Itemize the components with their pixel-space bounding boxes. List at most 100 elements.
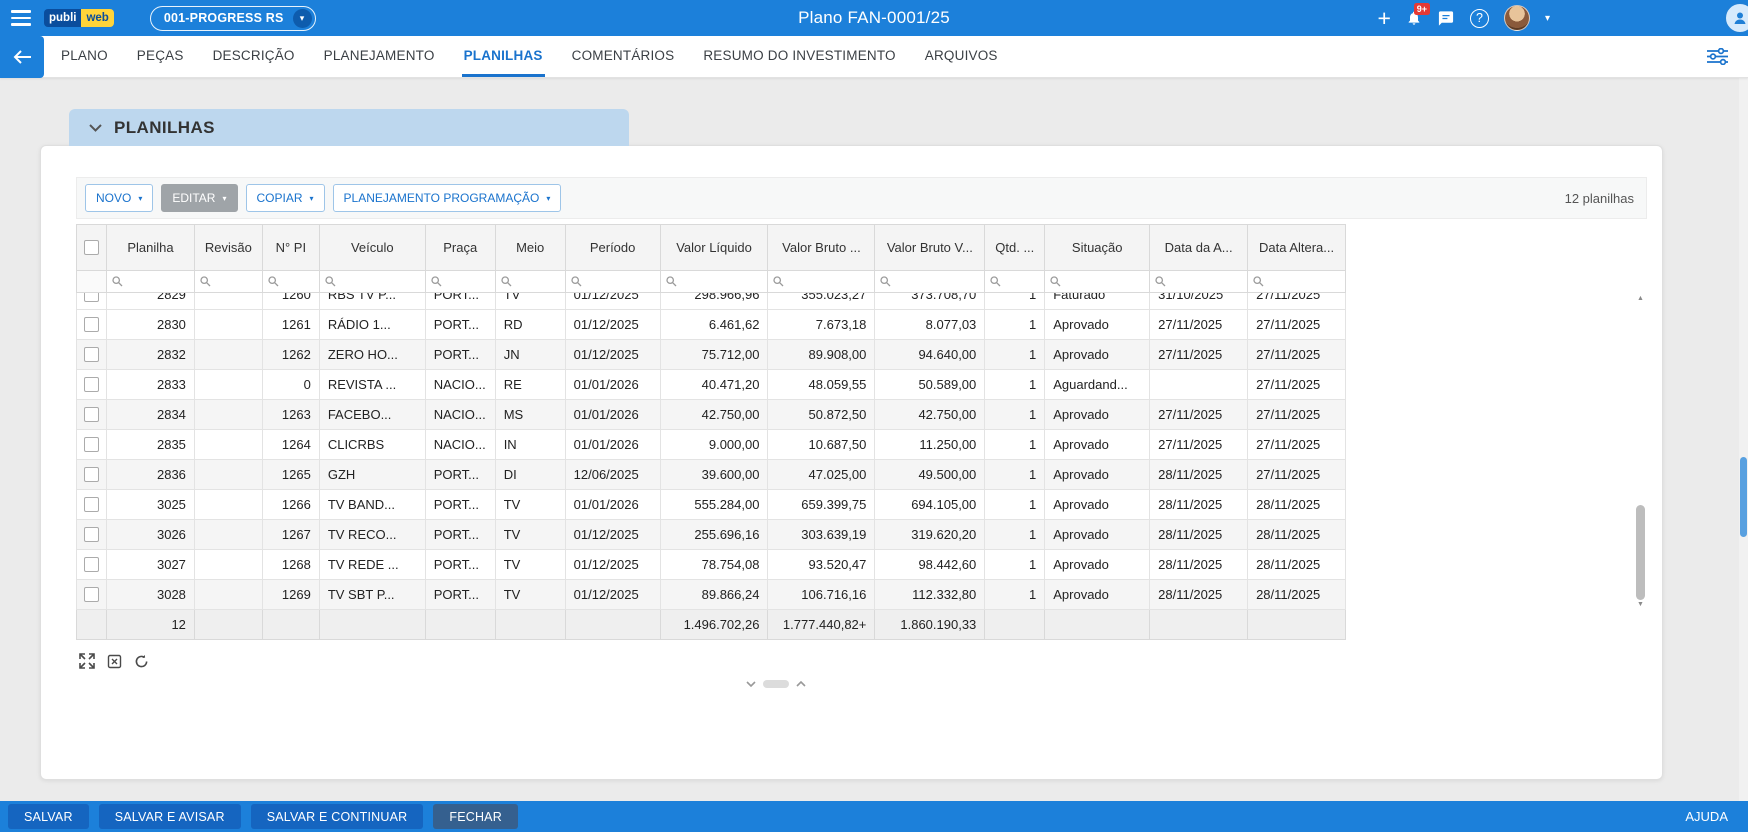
tab-comentarios[interactable]: COMENTÁRIOS bbox=[570, 36, 677, 77]
column-header-situacao[interactable]: Situação bbox=[1045, 225, 1150, 271]
row-checkbox[interactable] bbox=[84, 437, 99, 452]
tab-arquivos[interactable]: ARQUIVOS bbox=[923, 36, 1000, 77]
planilhas-count: 12 planilhas bbox=[1565, 191, 1634, 206]
add-icon[interactable]: + bbox=[1378, 8, 1391, 28]
search-icon bbox=[571, 276, 582, 287]
column-filter-input[interactable] bbox=[875, 271, 985, 293]
table-row[interactable]: 30261267TV RECO...PORT...TV01/12/2025255… bbox=[76, 520, 1346, 550]
row-checkbox[interactable] bbox=[84, 293, 99, 302]
table-row[interactable]: 30271268TV REDE ...PORT...TV01/12/202578… bbox=[76, 550, 1346, 580]
drag-handle[interactable] bbox=[763, 680, 789, 688]
filter-settings-icon[interactable] bbox=[1707, 36, 1728, 77]
column-header-data-da-a[interactable]: Data da A... bbox=[1150, 225, 1248, 271]
column-filter-input[interactable] bbox=[661, 271, 769, 293]
column-filter-input[interactable] bbox=[1045, 271, 1150, 293]
column-filter-input[interactable] bbox=[496, 271, 566, 293]
tab-resumo-do-investimento[interactable]: RESUMO DO INVESTIMENTO bbox=[701, 36, 897, 77]
column-header-periodo[interactable]: Período bbox=[566, 225, 661, 271]
cell: 28/11/2025 bbox=[1248, 490, 1346, 520]
editar-button[interactable]: EDITAR▾ bbox=[161, 184, 237, 212]
table-row[interactable]: 28291260RBS TV P...PORT...TV01/12/202529… bbox=[76, 293, 1346, 310]
cell: 89.866,24 bbox=[661, 580, 769, 610]
column-filter-input[interactable] bbox=[768, 271, 875, 293]
help-link[interactable]: AJUDA bbox=[1685, 809, 1728, 824]
row-checkbox[interactable] bbox=[84, 467, 99, 482]
table-row[interactable]: 28361265GZHPORT...DI12/06/202539.600,004… bbox=[76, 460, 1346, 490]
logo-web: web bbox=[81, 9, 113, 27]
search-icon bbox=[1253, 276, 1264, 287]
scroll-down-icon[interactable]: ▼ bbox=[1634, 601, 1647, 608]
column-filter-input[interactable] bbox=[566, 271, 661, 293]
chat-icon[interactable] bbox=[1437, 10, 1455, 27]
cell: 42.750,00 bbox=[875, 400, 985, 430]
panel-collapse-control[interactable] bbox=[746, 680, 806, 688]
row-checkbox[interactable] bbox=[84, 497, 99, 512]
column-filter-input[interactable] bbox=[1150, 271, 1248, 293]
row-checkbox[interactable] bbox=[84, 407, 99, 422]
column-header-meio[interactable]: Meio bbox=[496, 225, 566, 271]
table-row[interactable]: 30251266TV BAND...PORT...TV01/01/2026555… bbox=[76, 490, 1346, 520]
column-filter-input[interactable] bbox=[107, 271, 195, 293]
summary-cell bbox=[426, 610, 496, 640]
row-checkbox[interactable] bbox=[84, 347, 99, 362]
publiweb-logo[interactable]: publiweb bbox=[44, 9, 114, 27]
back-button[interactable] bbox=[0, 36, 44, 78]
avatar[interactable] bbox=[1504, 5, 1530, 31]
refresh-icon[interactable] bbox=[132, 652, 150, 670]
copiar-button[interactable]: COPIAR▾ bbox=[246, 184, 325, 212]
column-header-veiculo[interactable]: Veículo bbox=[320, 225, 426, 271]
help-icon[interactable]: ? bbox=[1470, 9, 1489, 28]
tab-pecas[interactable]: PEÇAS bbox=[135, 36, 186, 77]
support-widget-icon[interactable] bbox=[1724, 2, 1748, 34]
row-checkbox[interactable] bbox=[84, 377, 99, 392]
novo-button[interactable]: NOVO▾ bbox=[85, 184, 153, 212]
column-filter-input[interactable] bbox=[985, 271, 1045, 293]
expand-grid-icon[interactable] bbox=[78, 652, 96, 670]
tab-planejamento[interactable]: PLANEJAMENTO bbox=[322, 36, 437, 77]
section-header[interactable]: PLANILHAS bbox=[69, 109, 629, 146]
column-header-qtd[interactable]: Qtd. ... bbox=[985, 225, 1045, 271]
row-checkbox[interactable] bbox=[84, 527, 99, 542]
tab-descricao[interactable]: DESCRIÇÃO bbox=[211, 36, 297, 77]
table-row[interactable]: 28330REVISTA ...NACIO...RE01/01/202640.4… bbox=[76, 370, 1346, 400]
table-row[interactable]: 28321262ZERO HO...PORT...JN01/12/202575.… bbox=[76, 340, 1346, 370]
salvar-e-avisar-button[interactable]: SALVAR E AVISAR bbox=[99, 804, 241, 829]
planejamento-programacao-button[interactable]: PLANEJAMENTO PROGRAMAÇÃO▾ bbox=[333, 184, 562, 212]
client-selector[interactable]: 001-PROGRESS RS ▾ bbox=[150, 6, 316, 31]
menu-icon[interactable] bbox=[11, 10, 31, 26]
fechar-button[interactable]: FECHAR bbox=[433, 804, 518, 829]
column-header-data-altera[interactable]: Data Altera... bbox=[1248, 225, 1346, 271]
table-row[interactable]: 28341263FACEBO...NACIO...MS01/01/202642.… bbox=[76, 400, 1346, 430]
tab-plano[interactable]: PLANO bbox=[59, 36, 110, 77]
column-header-valor-bruto[interactable]: Valor Bruto ... bbox=[768, 225, 875, 271]
column-filter-input[interactable] bbox=[1248, 271, 1346, 293]
export-excel-icon[interactable] bbox=[105, 652, 123, 670]
column-header-n-pi[interactable]: N° PI bbox=[263, 225, 320, 271]
page-scrollbar[interactable] bbox=[1739, 36, 1748, 801]
grid-vertical-scrollbar[interactable]: ▲ ▼ bbox=[1634, 293, 1647, 610]
notifications-icon[interactable]: 9+ bbox=[1406, 10, 1422, 26]
salvar-e-continuar-button[interactable]: SALVAR E CONTINUAR bbox=[251, 804, 424, 829]
column-filter-input[interactable] bbox=[195, 271, 263, 293]
column-filter-input[interactable] bbox=[263, 271, 320, 293]
scrollbar-thumb[interactable] bbox=[1636, 505, 1645, 600]
column-header-praca[interactable]: Praça bbox=[426, 225, 496, 271]
table-row[interactable]: 28351264CLICRBSNACIO...IN01/01/20269.000… bbox=[76, 430, 1346, 460]
column-header-valor-bruto-v[interactable]: Valor Bruto V... bbox=[875, 225, 985, 271]
column-filter-input[interactable] bbox=[320, 271, 426, 293]
tab-planilhas[interactable]: PLANILHAS bbox=[462, 36, 545, 77]
row-checkbox[interactable] bbox=[84, 317, 99, 332]
column-header-revisao[interactable]: Revisão bbox=[195, 225, 263, 271]
select-all-checkbox[interactable] bbox=[84, 240, 99, 255]
table-row[interactable]: 28301261RÁDIO 1...PORT...RD01/12/20256.4… bbox=[76, 310, 1346, 340]
column-header-valor-liquido[interactable]: Valor Líquido bbox=[661, 225, 769, 271]
chevron-down-icon[interactable]: ▾ bbox=[1545, 13, 1550, 24]
page-scrollbar-thumb[interactable] bbox=[1740, 457, 1747, 537]
table-row[interactable]: 30281269TV SBT P...PORT...TV01/12/202589… bbox=[76, 580, 1346, 610]
scroll-up-icon[interactable]: ▲ bbox=[1634, 295, 1647, 302]
column-filter-input[interactable] bbox=[426, 271, 496, 293]
row-checkbox[interactable] bbox=[84, 587, 99, 602]
row-checkbox[interactable] bbox=[84, 557, 99, 572]
salvar-button[interactable]: SALVAR bbox=[8, 804, 89, 829]
column-header-planilha[interactable]: Planilha bbox=[107, 225, 195, 271]
